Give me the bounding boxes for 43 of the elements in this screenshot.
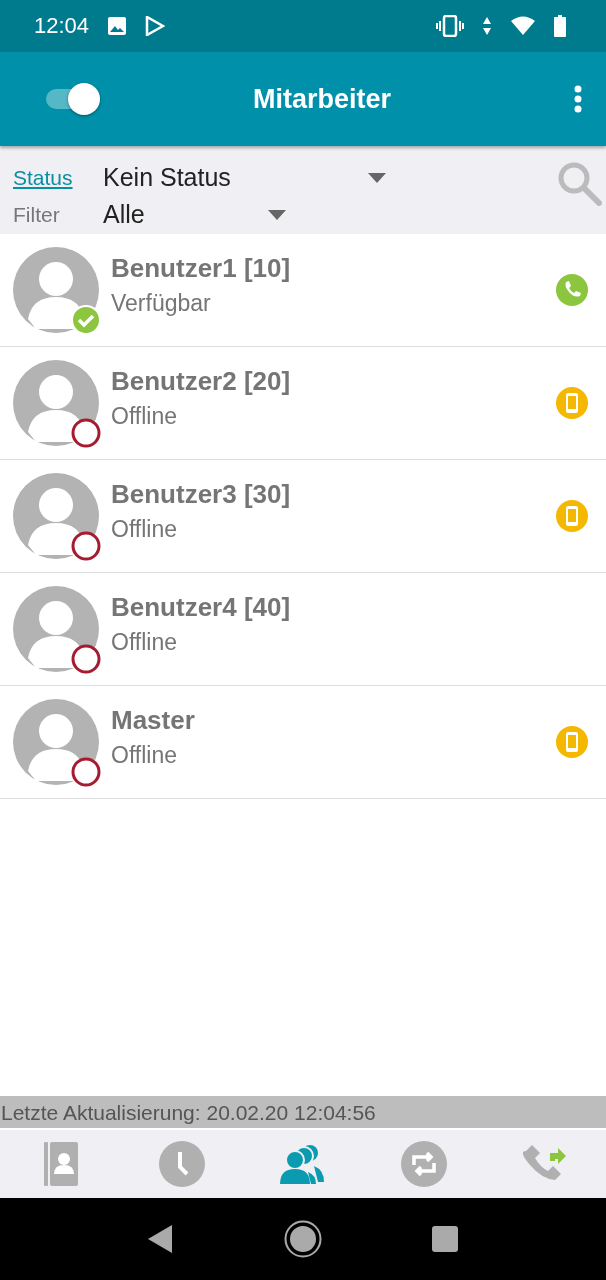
screen-title: Mitarbeiter — [251, 83, 392, 115]
user-name: Benutzer4 [40] — [111, 592, 292, 623]
mobile-phone-icon — [556, 500, 588, 532]
recents-icon[interactable] — [432, 1226, 458, 1252]
avatar-icon — [13, 473, 99, 559]
battery-icon — [554, 15, 566, 37]
avatar-icon — [13, 586, 99, 672]
avatar-icon — [13, 360, 99, 446]
user-status: Verfügbar — [111, 290, 212, 317]
user-status: Offline — [111, 629, 179, 656]
dropdown-caret-icon — [268, 209, 286, 220]
user-name: Benutzer1 [10] — [111, 253, 292, 284]
user-name: Benutzer2 [20] — [111, 366, 292, 397]
user-status: Offline — [111, 742, 179, 769]
avatar-icon — [13, 247, 99, 333]
vibrate-icon — [436, 15, 464, 37]
user-status: Offline — [111, 516, 179, 543]
dropdown-caret-icon — [368, 172, 386, 183]
sync-icon[interactable] — [401, 1141, 448, 1187]
contact-book-icon[interactable] — [43, 1142, 78, 1186]
toggle-switch[interactable] — [46, 83, 100, 115]
user-name: Benutzer3 [30] — [111, 479, 292, 510]
home-icon[interactable] — [284, 1220, 322, 1258]
last-update-text: Letzte Aktualisierung: 20.02.20 12:04:56 — [0, 1100, 377, 1126]
clock-time: 12:04 — [34, 13, 90, 39]
mobile-phone-icon — [556, 387, 588, 419]
back-icon[interactable] — [148, 1225, 174, 1253]
user-status: Offline — [111, 403, 179, 430]
more-menu-icon[interactable] — [574, 85, 582, 113]
avatar-icon — [13, 699, 99, 785]
play-store-icon — [145, 16, 166, 36]
filter-label: Filter — [13, 202, 61, 227]
dropdown[interactable]: Alle — [103, 200, 286, 229]
user-name: Master — [111, 705, 196, 736]
dropdown[interactable]: Kein Status — [103, 163, 386, 192]
clock-icon[interactable] — [158, 1141, 205, 1187]
phone-icon — [556, 274, 588, 306]
mobile-phone-icon — [556, 726, 588, 758]
image-icon — [107, 16, 128, 36]
wifi-icon — [510, 16, 536, 36]
search-icon[interactable] — [556, 160, 602, 206]
data-arrows-icon — [482, 16, 492, 36]
people-icon[interactable] — [280, 1144, 326, 1184]
